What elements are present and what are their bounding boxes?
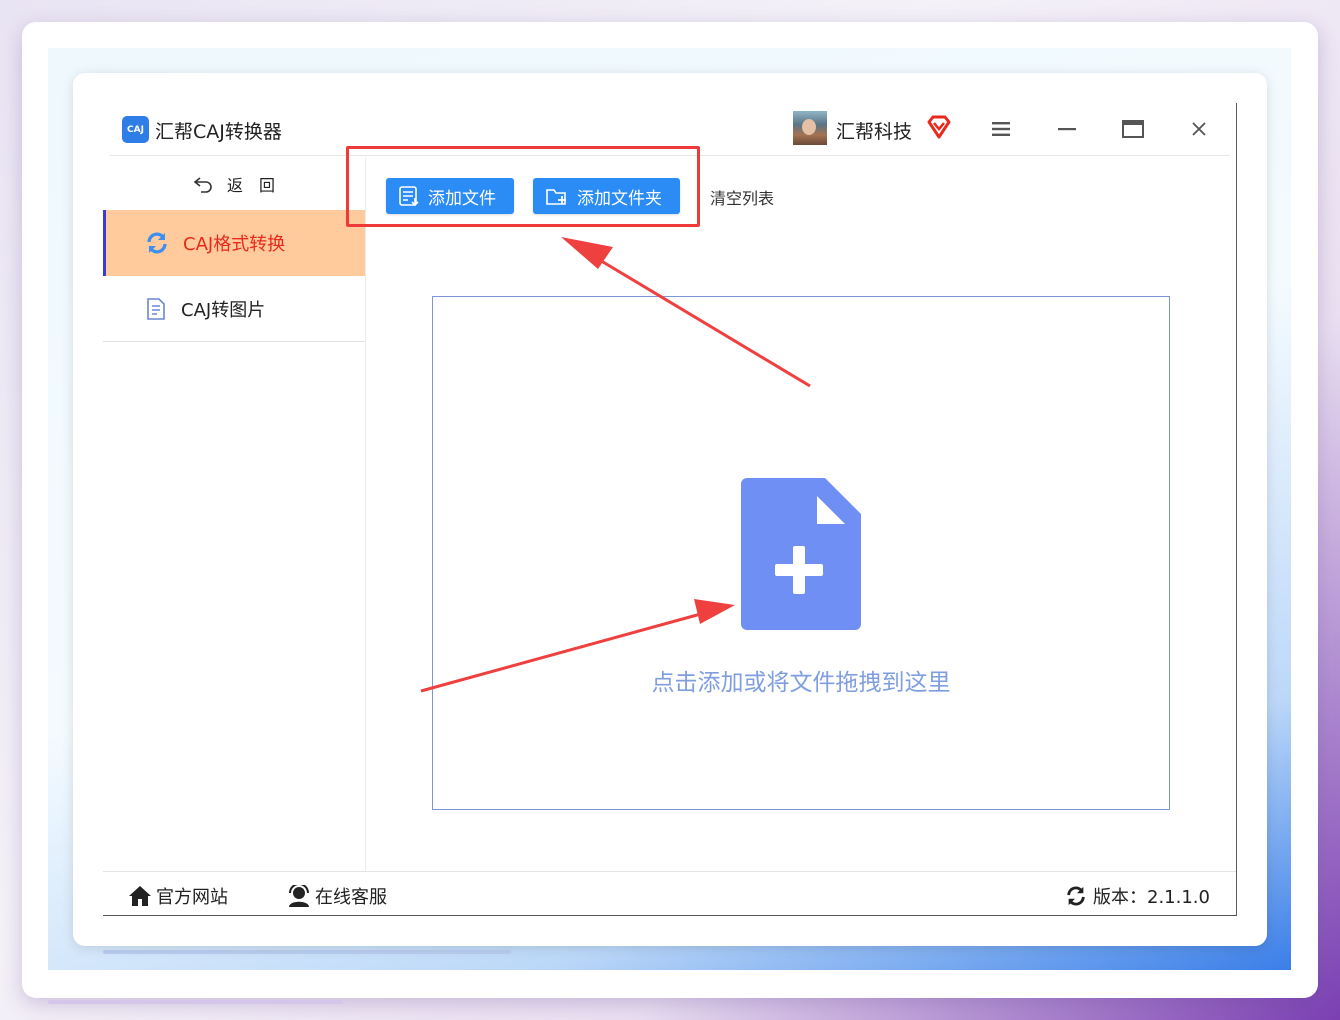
divider (103, 871, 1236, 872)
drop-zone-hint: 点击添加或将文件拖拽到这里 (651, 670, 951, 696)
refresh-icon (147, 232, 167, 254)
document-icon (147, 297, 165, 320)
file-list-icon (399, 186, 419, 207)
version-info: 版本：2.1.1.0 (1065, 881, 1210, 911)
divider (103, 915, 1236, 916)
divider (110, 155, 1230, 156)
service-label: 在线客服 (315, 887, 387, 908)
customer-service-icon (289, 885, 309, 907)
clear-list-button[interactable]: 清空列表 (710, 185, 774, 209)
official-website-link[interactable]: 官方网站 (128, 881, 228, 911)
add-file-icon[interactable] (741, 478, 861, 630)
version-label: 版本：2.1.1.0 (1093, 887, 1210, 908)
avatar[interactable] (793, 111, 827, 145)
divider (1236, 103, 1237, 916)
decorative-strip (48, 1000, 343, 1004)
app-window: CAJ 汇帮CAJ转换器 汇帮科技 返 回 CAJ格式转换 CAJ转图片 添加文… (73, 73, 1267, 946)
add-file-label: 添加文件 (428, 188, 496, 209)
sidebar-item-label: CAJ转图片 (181, 299, 266, 321)
divider (365, 157, 366, 872)
folder-add-icon (546, 189, 566, 205)
close-icon (1192, 122, 1206, 136)
back-button[interactable]: 返 回 (193, 169, 275, 199)
app-logo-icon: CAJ (122, 116, 149, 143)
close-button[interactable] (1181, 111, 1217, 147)
decorative-strip (103, 950, 511, 954)
brand-name: 汇帮科技 (836, 121, 913, 143)
add-file-button[interactable]: 添加文件 (386, 178, 514, 214)
refresh-icon (1067, 886, 1085, 906)
menu-button[interactable] (983, 111, 1019, 147)
sidebar-item-caj-convert[interactable]: CAJ格式转换 (103, 210, 365, 276)
maximize-icon (1122, 120, 1144, 138)
maximize-button[interactable] (1115, 111, 1151, 147)
add-folder-button[interactable]: 添加文件夹 (533, 178, 680, 214)
back-label: 返 回 (227, 176, 276, 195)
vip-diamond-icon[interactable] (926, 114, 952, 140)
home-icon (129, 886, 151, 906)
app-title: 汇帮CAJ转换器 (155, 121, 282, 143)
title-bar: CAJ 汇帮CAJ转换器 汇帮科技 (73, 73, 1267, 157)
sidebar-item-caj-to-image[interactable]: CAJ转图片 (103, 276, 365, 342)
website-label: 官方网站 (156, 887, 228, 908)
add-folder-label: 添加文件夹 (577, 188, 662, 209)
undo-arrow-icon (193, 177, 212, 193)
minimize-icon (1058, 128, 1076, 131)
sidebar-item-label: CAJ格式转换 (183, 234, 286, 255)
online-service-link[interactable]: 在线客服 (287, 881, 387, 911)
hamburger-menu-icon (992, 122, 1010, 136)
sidebar: 返 回 CAJ格式转换 CAJ转图片 (103, 157, 365, 872)
minimize-button[interactable] (1049, 111, 1085, 147)
